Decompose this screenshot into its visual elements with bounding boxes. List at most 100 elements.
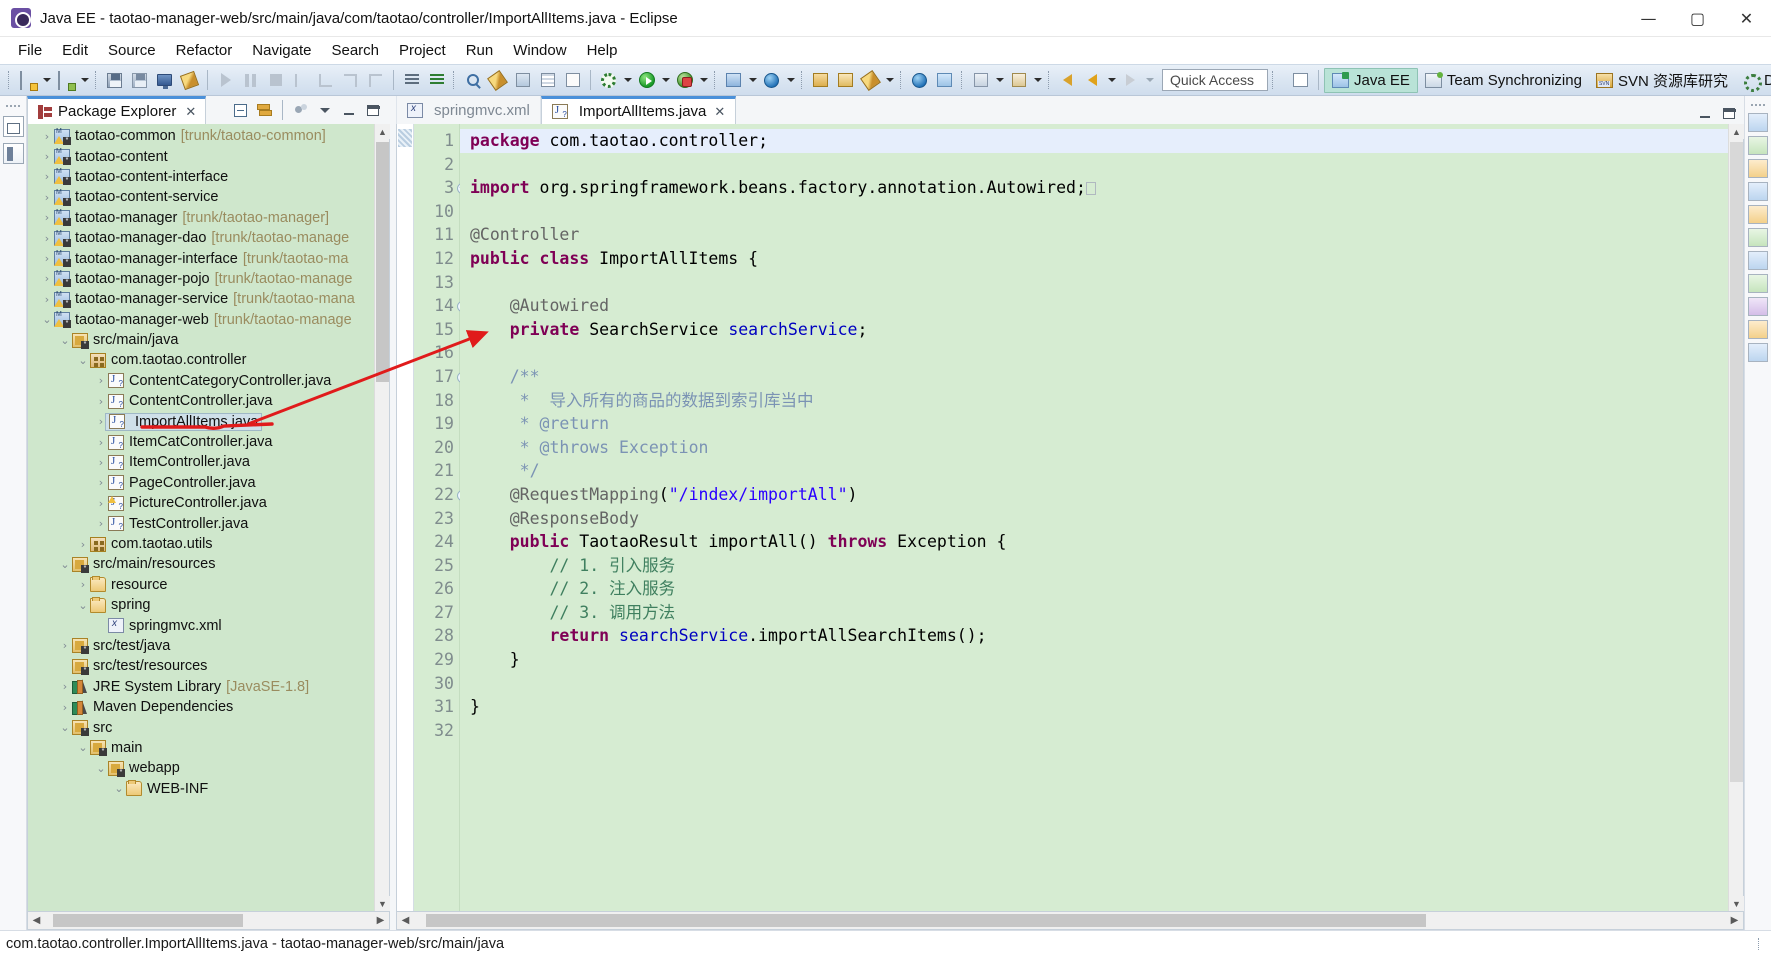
resume-button[interactable] bbox=[213, 68, 238, 92]
perspective-java-ee[interactable]: Java EE bbox=[1324, 67, 1418, 93]
open-terminal-button[interactable] bbox=[152, 68, 177, 92]
perspective-team-synchronizing[interactable]: Team Synchronizing bbox=[1418, 68, 1589, 93]
focus-on-active-task-button[interactable] bbox=[290, 99, 312, 121]
close-icon[interactable]: ✕ bbox=[714, 104, 725, 120]
new-java-project-button[interactable] bbox=[53, 68, 78, 92]
open-task-button[interactable] bbox=[535, 68, 560, 92]
editor-marker-bar[interactable] bbox=[397, 124, 414, 911]
snippets-view-icon[interactable] bbox=[1748, 159, 1768, 178]
tree-item[interactable]: ›? PictureController.java bbox=[28, 493, 374, 513]
toolbar-grip-3[interactable] bbox=[451, 69, 458, 91]
scroll-right-icon[interactable]: ▶ bbox=[1726, 912, 1743, 929]
toolbar-grip-4[interactable] bbox=[712, 69, 719, 91]
open-type-button[interactable] bbox=[510, 68, 535, 92]
code-line[interactable] bbox=[460, 153, 1728, 177]
chevron-right-icon[interactable]: › bbox=[76, 538, 90, 551]
code-line[interactable]: @ResponseBody bbox=[460, 507, 1728, 531]
chevron-right-icon[interactable]: › bbox=[94, 395, 108, 408]
minimize-editor-button[interactable] bbox=[1694, 102, 1716, 124]
code-line[interactable]: @Controller bbox=[460, 223, 1728, 247]
chevron-right-icon[interactable]: › bbox=[58, 701, 72, 714]
chevron-right-icon[interactable]: › bbox=[94, 436, 108, 449]
menu-search[interactable]: Search bbox=[321, 39, 389, 62]
chevron-right-icon[interactable]: › bbox=[40, 150, 54, 163]
minimize-view-button[interactable] bbox=[338, 99, 360, 121]
toolbar-grip-9[interactable] bbox=[1270, 69, 1277, 91]
scroll-left-icon[interactable]: ◀ bbox=[397, 912, 414, 929]
editor-horizontal-scrollbar[interactable]: ◀ ▶ bbox=[396, 912, 1744, 930]
new-wizard-button[interactable] bbox=[15, 68, 40, 92]
step-return-button[interactable] bbox=[363, 68, 388, 92]
code-line[interactable]: * @return bbox=[460, 412, 1728, 436]
history-view-icon[interactable] bbox=[1748, 297, 1768, 316]
tab-springmvc-xml[interactable]: springmvc.xml bbox=[396, 96, 541, 124]
editor-hscroll-thumb[interactable] bbox=[426, 914, 1426, 927]
chevron-right-icon[interactable]: › bbox=[94, 497, 108, 510]
search-view-icon[interactable] bbox=[1748, 274, 1768, 293]
code-line[interactable]: public class ImportAllItems { bbox=[460, 247, 1728, 271]
perspective-debug[interactable]: Debug bbox=[1735, 68, 1771, 93]
chevron-right-icon[interactable]: › bbox=[58, 680, 72, 693]
tree-item[interactable]: ›*taotao-content bbox=[28, 146, 374, 166]
right-rail-grip[interactable] bbox=[1748, 100, 1768, 109]
chevron-down-icon[interactable]: ⌄ bbox=[40, 313, 54, 326]
chevron-right-icon[interactable]: › bbox=[94, 517, 108, 530]
edit-button[interactable] bbox=[858, 68, 883, 92]
tree-item[interactable]: ⌄ WEB-INF bbox=[28, 779, 374, 799]
menu-source[interactable]: Source bbox=[98, 39, 166, 62]
code-line[interactable] bbox=[460, 672, 1728, 696]
menu-file[interactable]: File bbox=[8, 39, 52, 62]
package-button[interactable] bbox=[833, 68, 858, 92]
chevron-down-icon[interactable]: ⌄ bbox=[112, 782, 126, 795]
link-with-editor-button[interactable] bbox=[253, 99, 275, 121]
tree-item[interactable]: ›*taotao-manager-dao[trunk/taotao-manage bbox=[28, 228, 374, 248]
scroll-down-icon[interactable]: ▼ bbox=[375, 896, 390, 911]
editor-code[interactable]: package com.taotao.controller; import or… bbox=[460, 124, 1728, 911]
code-line[interactable]: } bbox=[460, 648, 1728, 672]
menu-project[interactable]: Project bbox=[389, 39, 456, 62]
minimize-button[interactable]: — bbox=[1624, 0, 1673, 37]
debug-dropdown-icon[interactable] bbox=[697, 68, 710, 92]
tree-item[interactable]: ›*taotao-manager-interface[trunk/taotao-… bbox=[28, 248, 374, 268]
tree-item[interactable]: ⌄ com.taotao.controller bbox=[28, 350, 374, 370]
tree-item[interactable]: ›? ItemCatController.java bbox=[28, 432, 374, 452]
suspend-button[interactable] bbox=[238, 68, 263, 92]
editor-scroll-thumb[interactable] bbox=[1730, 142, 1743, 782]
scroll-down-icon[interactable]: ▼ bbox=[1729, 896, 1744, 911]
code-line[interactable]: // 3. 调用方法 bbox=[460, 601, 1728, 625]
chevron-right-icon[interactable]: › bbox=[40, 170, 54, 183]
code-line[interactable]: @RequestMapping("/index/importAll") bbox=[460, 483, 1728, 507]
tree-item[interactable]: ⌄ spring bbox=[28, 595, 374, 615]
open-browser-button[interactable] bbox=[907, 68, 932, 92]
toolbar-grip-8[interactable] bbox=[1046, 69, 1053, 91]
chevron-right-icon[interactable]: › bbox=[40, 252, 54, 265]
quick-access-input[interactable]: Quick Access bbox=[1162, 69, 1268, 91]
tree-item[interactable]: ›*taotao-manager-service[trunk/taotao-ma… bbox=[28, 289, 374, 309]
svn-update-button[interactable] bbox=[1006, 68, 1031, 92]
code-line[interactable]: * @throws Exception bbox=[460, 436, 1728, 460]
disconnect-button[interactable] bbox=[288, 68, 313, 92]
step-over-button[interactable] bbox=[338, 68, 363, 92]
tab-importallitems-java[interactable]: ? ImportAllItems.java ✕ bbox=[540, 96, 737, 124]
chevron-right-icon[interactable]: › bbox=[94, 456, 108, 469]
back-navigate-button[interactable] bbox=[1055, 68, 1080, 92]
toolbar-grip-6[interactable] bbox=[898, 69, 905, 91]
scroll-left-icon[interactable]: ◀ bbox=[28, 912, 45, 929]
debug-button[interactable] bbox=[672, 68, 697, 92]
scroll-right-icon[interactable]: ▶ bbox=[372, 912, 389, 929]
perspective-svn-repository[interactable]: SVN 资源库研究 bbox=[1589, 68, 1735, 93]
chevron-right-icon[interactable]: › bbox=[76, 578, 90, 591]
tree-item[interactable]: ›*taotao-content-service bbox=[28, 187, 374, 207]
code-line[interactable] bbox=[460, 200, 1728, 224]
profile-button[interactable] bbox=[932, 68, 957, 92]
menu-refactor[interactable]: Refactor bbox=[166, 39, 243, 62]
new-server-button[interactable] bbox=[721, 68, 746, 92]
code-line[interactable]: private SearchService searchService; bbox=[460, 318, 1728, 342]
tree-item[interactable]: ›? TestController.java bbox=[28, 513, 374, 533]
step-into-button[interactable] bbox=[313, 68, 338, 92]
chevron-right-icon[interactable]: › bbox=[40, 130, 54, 143]
external-tools-dropdown-icon[interactable] bbox=[621, 68, 634, 92]
menu-run[interactable]: Run bbox=[456, 39, 504, 62]
edit-dropdown-icon[interactable] bbox=[883, 68, 896, 92]
toolbar-grip-5[interactable] bbox=[799, 69, 806, 91]
